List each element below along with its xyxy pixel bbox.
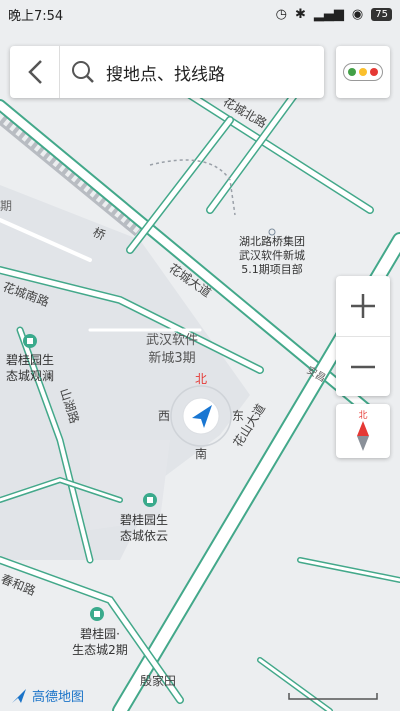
svg-text:态城依云: 态城依云 <box>120 528 168 543</box>
status-icons: ◷ ✱ ▂▄▆ ◉ 75 <box>276 7 392 22</box>
traffic-yellow-dot <box>358 68 367 76</box>
svg-text:湖北路桥集团: 湖北路桥集团 <box>239 234 305 248</box>
poi-hubei-road-bridge[interactable]: 湖北路桥集团 武汉软件新城 5.1期项目部 <box>239 228 305 276</box>
bluetooth-icon: ✱ <box>295 6 306 22</box>
svg-text:碧桂园生: 碧桂园生 <box>120 512 168 527</box>
traffic-green-dot <box>348 68 357 76</box>
location-south-label: 南 <box>195 446 207 461</box>
signal-icon: ▂▄▆ <box>313 6 344 22</box>
search-icon <box>66 60 100 84</box>
compass-needle-icon <box>357 421 369 451</box>
svg-text:武汉软件: 武汉软件 <box>146 333 198 348</box>
compass-north-label: 北 <box>358 411 368 421</box>
location-north-label: 北 <box>195 372 207 386</box>
wifi-icon: ◉ <box>351 6 364 22</box>
location-east-label: 东 <box>232 409 244 423</box>
svg-text:碧桂园生: 碧桂园生 <box>6 352 54 367</box>
minus-icon <box>351 365 375 368</box>
traffic-light-icon <box>343 63 383 81</box>
location-west-label: 西 <box>158 409 170 423</box>
search-input[interactable]: 搜地点、找线路 <box>106 60 225 85</box>
search-bar[interactable]: 搜地点、找线路 <box>10 46 324 98</box>
map-scale-bar <box>288 693 378 700</box>
svg-text:生态城2期: 生态城2期 <box>72 643 128 657</box>
back-arrow-icon <box>27 60 42 84</box>
svg-text:武汉软件新城: 武汉软件新城 <box>239 248 305 262</box>
label-edge-left: 期 <box>0 199 12 213</box>
amap-logo: 高德地图 <box>10 686 84 705</box>
alarm-icon: ◷ <box>275 6 288 22</box>
zoom-in-button[interactable] <box>336 276 390 336</box>
amap-logo-text: 高德地图 <box>32 690 85 705</box>
svg-text:5.1期项目部: 5.1期项目部 <box>241 262 303 276</box>
status-bar: 晚上7:54 ◷ ✱ ▂▄▆ ◉ 75 <box>0 0 400 28</box>
traffic-red-dot <box>369 68 378 76</box>
compass-button[interactable]: 北 <box>336 404 390 458</box>
traffic-toggle-button[interactable] <box>336 46 390 98</box>
status-time: 晚上7:54 <box>8 8 64 24</box>
svg-text:新城3期: 新城3期 <box>148 350 195 366</box>
amap-logo-icon <box>12 688 26 703</box>
svg-text:碧桂园·: 碧桂园· <box>80 626 120 641</box>
battery-indicator: 75 <box>371 7 392 21</box>
plus-icon <box>351 294 375 318</box>
svg-text:态城观澜: 态城观澜 <box>6 369 54 383</box>
zoom-controls <box>336 276 390 396</box>
back-button[interactable] <box>10 46 60 98</box>
label-yinjiatian: 殷家田 <box>140 673 176 688</box>
zoom-out-button[interactable] <box>336 336 390 396</box>
